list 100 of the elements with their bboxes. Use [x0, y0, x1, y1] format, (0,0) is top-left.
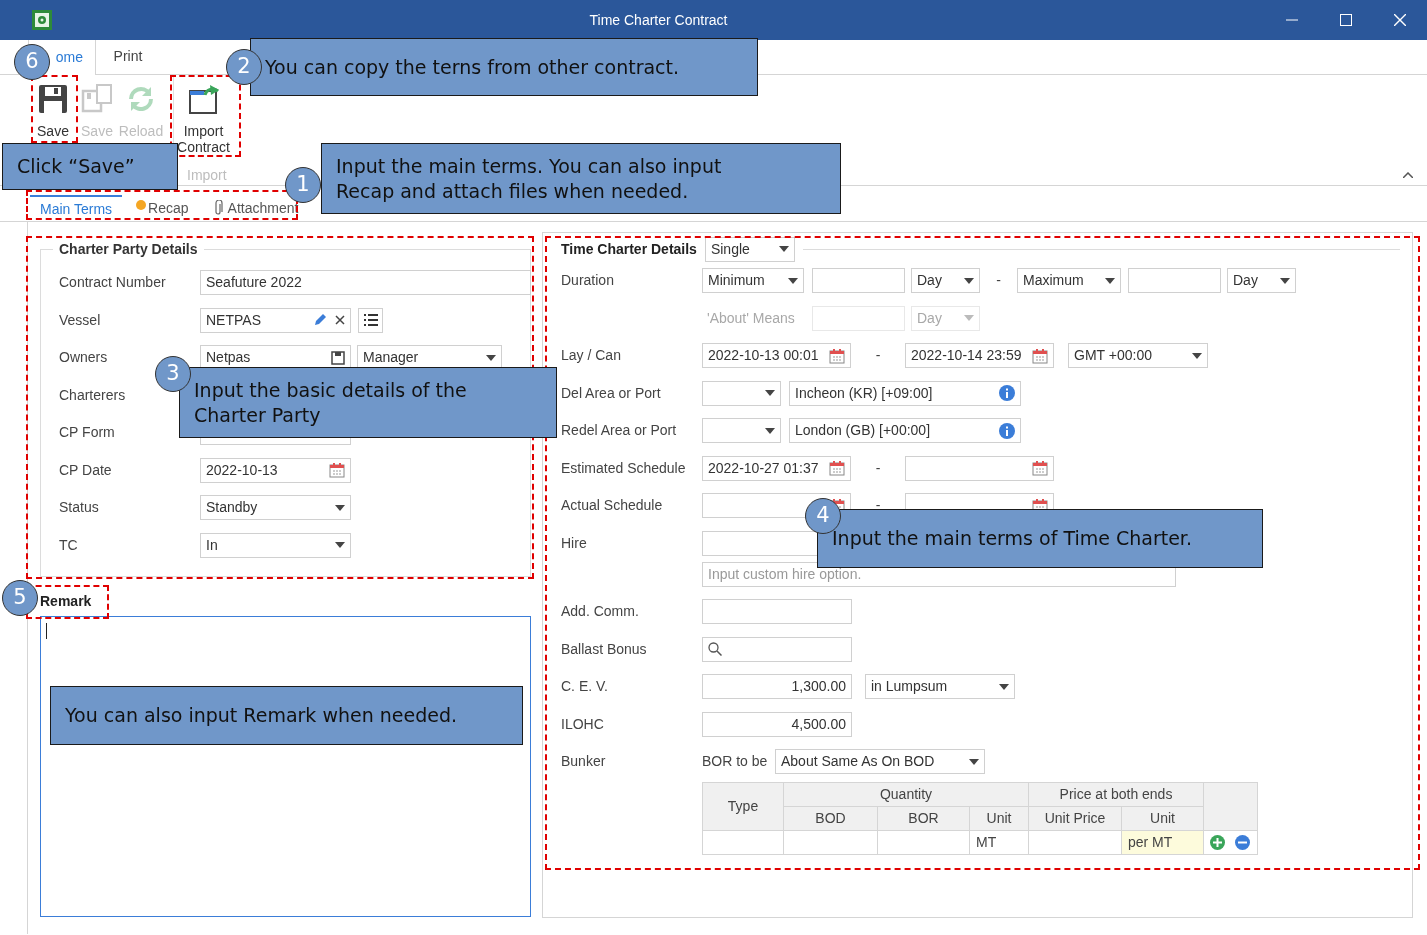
- port-field[interactable]: London (GB) [+00:00]: [789, 418, 1021, 444]
- range-separator: -: [874, 346, 882, 366]
- table-header: Unit Price: [1028, 806, 1122, 830]
- dot-icon: [136, 200, 147, 210]
- field-label: 'About' Means: [706, 308, 796, 328]
- content-tab[interactable]: Recap: [126, 195, 199, 221]
- info-icon: [999, 422, 1015, 439]
- dropdown[interactable]: Standby: [200, 495, 351, 521]
- range-separator: -: [874, 458, 882, 478]
- close-icon: [1394, 14, 1406, 26]
- unit-dropdown[interactable]: Day: [1227, 268, 1296, 294]
- calendar-icon: [829, 347, 845, 364]
- window-arrow-icon: [187, 83, 220, 115]
- field-label: Bunker: [561, 752, 607, 772]
- field-label: Contract Number: [59, 273, 167, 293]
- text-field[interactable]: Seafuture 2022: [200, 270, 531, 296]
- close-icon: [335, 315, 345, 326]
- caret-icon: [999, 683, 1009, 690]
- dropdown[interactable]: Minimum: [702, 268, 804, 294]
- vessel-field[interactable]: NETPAS: [200, 307, 351, 333]
- port-field[interactable]: Incheon (KR) [+09:00]: [789, 380, 1021, 406]
- unit-dropdown[interactable]: Day: [911, 268, 980, 294]
- field-label: Del Area or Port: [561, 383, 662, 403]
- search-field[interactable]: [702, 636, 852, 662]
- caret-icon: [765, 427, 775, 434]
- caret-icon: [969, 758, 979, 765]
- field-label: Duration: [561, 271, 615, 291]
- add-button[interactable]: [1210, 834, 1225, 850]
- date-field[interactable]: 2022-10-13 00:01: [702, 343, 851, 369]
- dropdown[interactable]: Maximum: [1017, 268, 1121, 294]
- field-label: C. E. V.: [561, 677, 609, 697]
- mode-dropdown[interactable]: Single: [704, 236, 795, 262]
- field-label: Owners: [59, 348, 109, 368]
- field-label: TC: [59, 535, 79, 555]
- calendar-icon: [1032, 460, 1048, 477]
- field-label: Vessel: [59, 310, 102, 330]
- ribbon-tab[interactable]: Print: [96, 39, 160, 74]
- timezone-dropdown[interactable]: GMT +00:00: [1068, 343, 1208, 369]
- field-label: BOR to be: [702, 752, 769, 772]
- field-label: Ballast Bonus: [561, 639, 648, 659]
- caret-icon: [778, 246, 789, 252]
- text-field[interactable]: [702, 599, 852, 625]
- caret-icon: [335, 542, 345, 549]
- group-title: Time Charter Details: [561, 239, 697, 259]
- callout-tooltip: Input the main terms. You can also input Recap and attach files when needed.: [321, 143, 841, 214]
- group-title: Charter Party Details: [53, 240, 204, 258]
- caret-icon: [788, 277, 798, 284]
- field-label: Redel Area or Port: [561, 421, 678, 441]
- callout-tooltip: Input the basic details of the Charter Party: [179, 367, 557, 438]
- window-title: Time Charter Contract: [588, 10, 729, 30]
- text-cursor: [46, 623, 47, 639]
- maximize-icon: [1340, 14, 1352, 26]
- list-button[interactable]: [358, 307, 383, 333]
- calendar-icon: [1032, 347, 1048, 364]
- dropdown[interactable]: [702, 380, 781, 406]
- step-number-tooltip: 3: [155, 356, 191, 392]
- table-header: Price at both ends: [1028, 782, 1204, 806]
- info-icon: [999, 385, 1015, 402]
- group-label: Import: [187, 166, 227, 185]
- number-field[interactable]: [812, 268, 905, 294]
- list-icon: [363, 314, 378, 327]
- caret-icon: [486, 354, 496, 361]
- table-cell: MT: [969, 830, 1029, 854]
- date-field[interactable]: 2022-10-14 23:59: [905, 343, 1054, 369]
- table-header: BOR: [877, 806, 970, 830]
- dropdown[interactable]: In: [200, 532, 351, 558]
- field-label: Estimated Schedule: [561, 458, 687, 478]
- callout-tooltip: You can also input Remark when needed.: [50, 686, 523, 745]
- table-header: BOD: [783, 806, 878, 830]
- caret-icon: [765, 390, 775, 397]
- collapse-icon: [1403, 172, 1413, 178]
- number-field[interactable]: [1128, 268, 1221, 294]
- field-label: Actual Schedule: [561, 496, 664, 516]
- basis-dropdown[interactable]: in Lumpsum: [865, 674, 1015, 700]
- paperclip-icon: [212, 200, 223, 216]
- field-label: Hire: [561, 533, 588, 553]
- step-number-tooltip: 6: [14, 44, 50, 80]
- field-label: Add. Comm.: [561, 602, 640, 622]
- app-icon: [32, 10, 52, 30]
- dropdown[interactable]: About Same As On BOD: [775, 749, 985, 775]
- date-field[interactable]: [905, 455, 1054, 481]
- caret-icon: [1192, 352, 1202, 359]
- remove-button[interactable]: [1235, 834, 1250, 850]
- pencil-icon: [313, 313, 327, 328]
- amount-field[interactable]: 1,300.00: [702, 674, 852, 700]
- calendar-icon: [329, 462, 345, 479]
- field-label: Lay / Can: [561, 346, 622, 366]
- caret-icon: [1280, 277, 1290, 284]
- date-field[interactable]: 2022-10-27 01:37: [702, 455, 851, 481]
- range-separator: -: [995, 271, 1002, 291]
- date-field[interactable]: 2022-10-13: [200, 457, 351, 483]
- callout-tooltip: You can copy the terns from other contract.: [250, 38, 758, 96]
- caret-icon: [964, 315, 974, 322]
- field-label: ILOHC: [561, 714, 605, 734]
- range-separator: -: [874, 496, 882, 516]
- field-label: CP Date: [59, 460, 113, 480]
- step-number-tooltip: 1: [285, 167, 321, 203]
- field-label: Charterers: [59, 385, 127, 405]
- dropdown[interactable]: [702, 418, 781, 444]
- amount-field[interactable]: 4,500.00: [702, 711, 852, 737]
